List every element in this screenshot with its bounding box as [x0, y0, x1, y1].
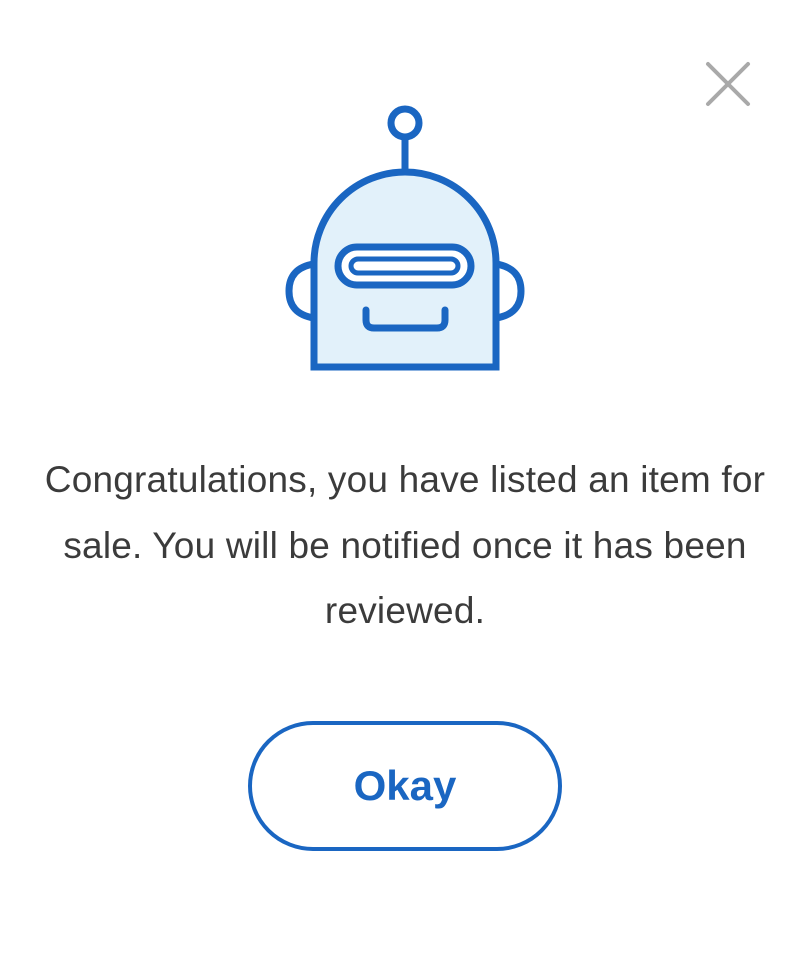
listing-confirmation-dialog: Congratulations, you have listed an item… — [0, 0, 810, 960]
robot-illustration — [280, 100, 530, 380]
close-button[interactable] — [702, 58, 754, 110]
confirmation-message: Congratulations, you have listed an item… — [44, 459, 766, 631]
close-icon — [706, 62, 750, 106]
okay-button[interactable]: Okay — [248, 721, 562, 851]
robot-icon — [285, 105, 525, 371]
